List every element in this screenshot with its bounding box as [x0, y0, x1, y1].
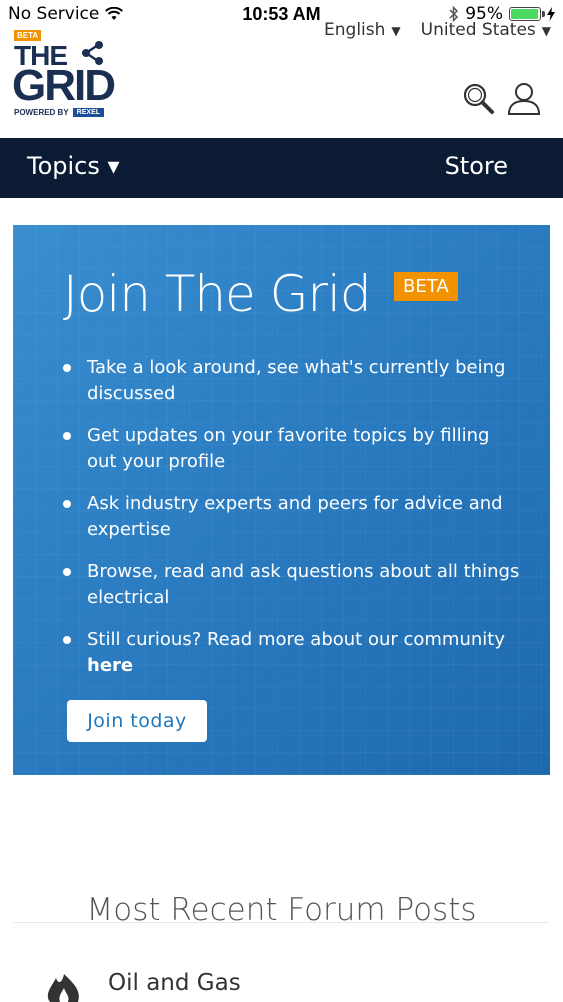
- list-item: Take a look around, see what's currently…: [63, 355, 523, 407]
- bullet-icon: [63, 568, 71, 576]
- bullet-icon: [63, 636, 71, 644]
- nav-store-link[interactable]: Store: [445, 152, 508, 180]
- charging-icon: [547, 7, 555, 21]
- rexel-logo: REXEL: [72, 108, 105, 117]
- list-item: Browse, read and ask questions about all…: [63, 559, 523, 611]
- main-nav: Topics ▾ Store: [0, 138, 563, 198]
- search-icon[interactable]: [460, 80, 496, 116]
- locale-selectors: English ▼ United States ▼: [324, 20, 551, 40]
- bullet-icon: [63, 432, 71, 440]
- list-item-text: Ask industry experts and peers for advic…: [87, 493, 503, 540]
- list-item-text: Browse, read and ask questions about all…: [87, 561, 520, 608]
- divider: [14, 922, 549, 923]
- list-item-text: Still curious? Read more about our commu…: [87, 629, 505, 650]
- logo-powered-by: POWERED BY REXEL: [14, 108, 105, 117]
- list-item: Ask industry experts and peers for advic…: [63, 491, 523, 543]
- logo-line2: GRID: [12, 61, 116, 110]
- bullet-icon: [63, 500, 71, 508]
- country-label: United States: [420, 20, 536, 40]
- community-here-link[interactable]: here: [87, 655, 133, 676]
- post-title[interactable]: Oil and Gas: [108, 970, 241, 996]
- country-select[interactable]: United States ▼: [421, 20, 551, 40]
- beta-badge: BETA: [394, 272, 458, 301]
- battery-fill: [511, 9, 538, 19]
- join-today-button[interactable]: Join today: [67, 700, 207, 742]
- list-item: Get updates on your favorite topics by f…: [63, 423, 523, 475]
- list-item-text: Get updates on your favorite topics by f…: [87, 425, 490, 472]
- hero-feature-list: Take a look around, see what's currently…: [63, 355, 523, 695]
- list-item: Still curious? Read more about our commu…: [63, 627, 523, 679]
- hero-title: Join The Grid: [63, 265, 372, 323]
- list-item-text: Take a look around, see what's currently…: [87, 357, 506, 404]
- powered-by-label: POWERED BY: [14, 108, 69, 117]
- flame-icon: [47, 974, 79, 1002]
- language-label: English: [324, 20, 386, 40]
- language-select[interactable]: English ▼: [324, 20, 401, 40]
- join-hero-panel: Join The Grid BETA Take a look around, s…: [13, 225, 550, 775]
- site-logo[interactable]: BETA THE GRID POWERED BY REXEL: [12, 30, 124, 125]
- chevron-down-icon: ▼: [541, 24, 551, 38]
- chevron-down-icon: ▼: [391, 24, 401, 38]
- battery-icon: [509, 7, 545, 21]
- user-icon[interactable]: [506, 80, 542, 116]
- bullet-icon: [63, 364, 71, 372]
- nav-topics-menu[interactable]: Topics ▾: [27, 152, 120, 180]
